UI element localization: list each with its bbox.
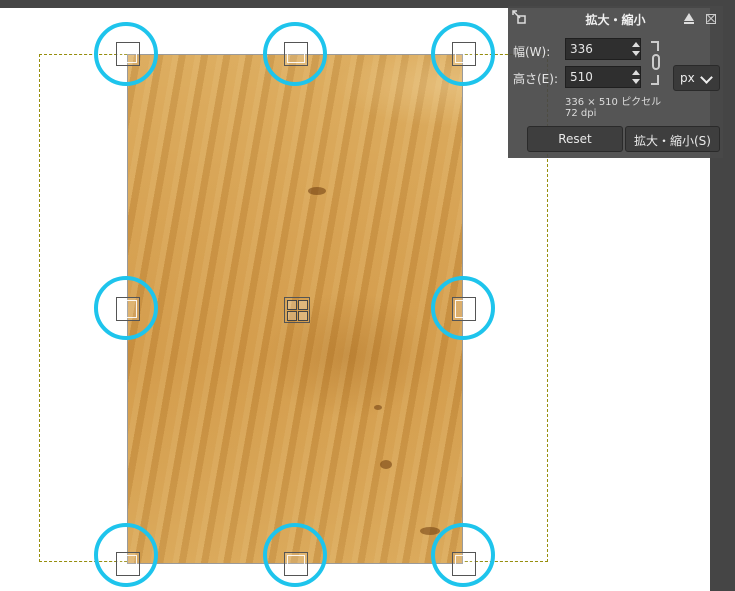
handle-top-right[interactable] — [452, 42, 476, 66]
width-spinner[interactable] — [630, 38, 642, 60]
dialog-header: 拡大・縮小 — [508, 6, 723, 30]
handle-center-move[interactable] — [284, 297, 310, 323]
wood-knot — [380, 460, 392, 469]
close-icon[interactable] — [706, 14, 716, 24]
wood-knot — [374, 405, 382, 410]
handle-bottom-right[interactable] — [452, 552, 476, 576]
height-spinner[interactable] — [630, 66, 642, 88]
wood-knot — [308, 187, 326, 195]
handle-bottom-center[interactable] — [284, 552, 308, 576]
reset-button[interactable]: Reset — [527, 126, 623, 152]
handle-middle-left[interactable] — [116, 297, 140, 321]
chevron-down-icon — [700, 71, 713, 84]
width-label: 幅(W): — [513, 45, 551, 59]
handle-middle-right[interactable] — [452, 297, 476, 321]
raise-dialog-icon[interactable] — [684, 13, 694, 24]
chain-link-icon[interactable] — [649, 41, 663, 85]
size-info: 336 × 510 ピクセル — [565, 97, 662, 108]
handle-bottom-left[interactable] — [116, 552, 140, 576]
dpi-info: 72 dpi — [565, 108, 597, 119]
handle-top-left[interactable] — [116, 42, 140, 66]
unit-value: px — [680, 71, 695, 85]
wood-knot — [420, 527, 440, 535]
scale-button[interactable]: 拡大・縮小(S) — [625, 126, 720, 152]
scale-dialog: 拡大・縮小 幅(W): 336 高さ(E): 510 px 336 × 510 … — [508, 6, 723, 158]
handle-top-center[interactable] — [284, 42, 308, 66]
unit-select[interactable]: px — [673, 65, 720, 91]
height-label: 高さ(E): — [513, 72, 558, 86]
